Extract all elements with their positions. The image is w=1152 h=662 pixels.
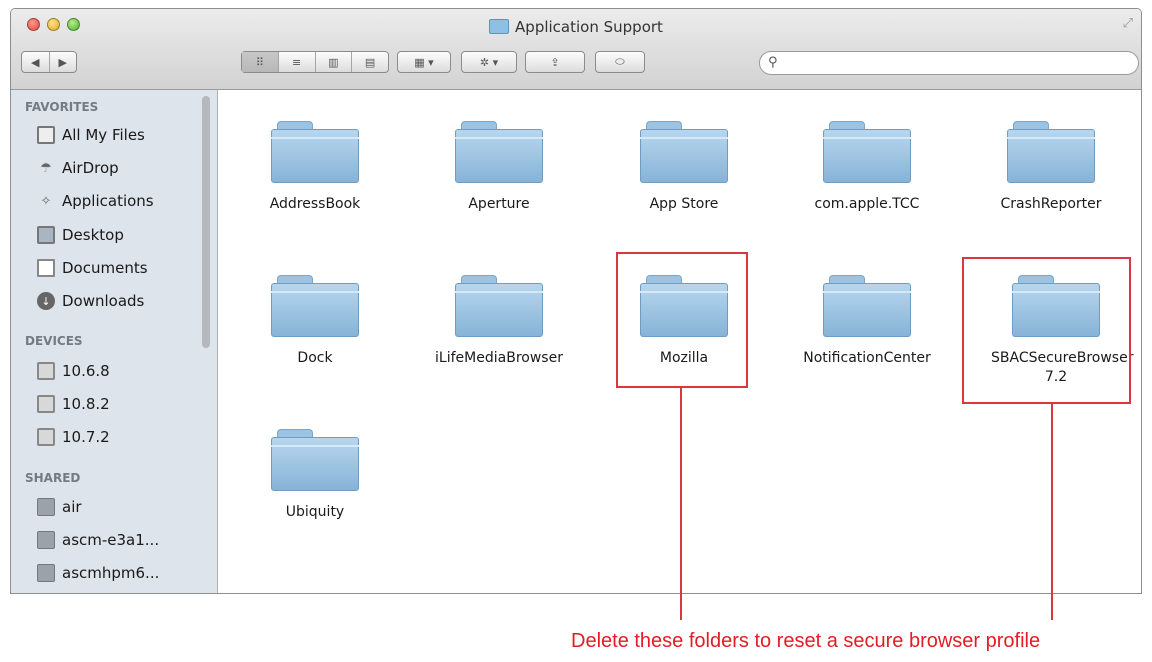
folder-item[interactable]: NotificationCenter — [792, 275, 942, 368]
folder-label: Aperture — [468, 196, 530, 212]
sidebar-item-label: air — [62, 498, 82, 516]
folder-label: iLifeMediaBrowser — [435, 350, 563, 366]
applications-icon: ✧ — [40, 193, 52, 209]
folder-icon — [455, 275, 543, 337]
disk-icon — [37, 395, 55, 413]
back-button[interactable]: ◀ — [22, 52, 50, 72]
folder-item[interactable]: AddressBook — [240, 121, 390, 214]
search-icon: ⚲ — [768, 55, 778, 70]
folder-item[interactable]: CrashReporter — [976, 121, 1126, 214]
back-forward-buttons: ◀ ▶ — [21, 51, 77, 73]
folder-icon — [823, 121, 911, 183]
sidebar-item-device[interactable]: 10.7.2 — [37, 428, 110, 446]
folder-icon — [1007, 121, 1095, 183]
folder-icon — [271, 429, 359, 491]
computer-icon — [37, 498, 55, 516]
sidebar-item-applications[interactable]: ✧ Applications — [37, 192, 154, 210]
sidebar-item-shared[interactable]: ascm-e3a1... — [37, 531, 159, 549]
window-title-text: Application Support — [515, 18, 663, 36]
folder-icon — [271, 121, 359, 183]
sidebar-item-device[interactable]: 10.8.2 — [37, 395, 110, 413]
sidebar-item-label: ascm-e3a1... — [62, 531, 160, 549]
mozilla-callout-line — [680, 388, 682, 620]
sidebar-item-label: 10.6.8 — [62, 362, 110, 380]
downloads-icon: ↓ — [37, 292, 55, 310]
window-title: Application Support — [11, 18, 1141, 36]
desktop-icon — [37, 226, 55, 244]
shared-heading: SHARED — [25, 471, 81, 485]
folder-item[interactable]: Aperture — [424, 121, 574, 214]
column-view-button[interactable]: ▥ — [316, 52, 353, 72]
tags-button[interactable]: ⬭ — [595, 51, 645, 73]
sidebar-item-downloads[interactable]: ↓ Downloads — [37, 292, 144, 310]
folder-icon — [489, 19, 510, 34]
favorites-heading: FAVORITES — [25, 100, 99, 114]
airdrop-icon: ☂ — [40, 160, 52, 176]
folder-item[interactable]: iLifeMediaBrowser — [424, 275, 574, 368]
sbac-highlight-box — [962, 257, 1131, 404]
folder-icon — [823, 275, 911, 337]
sidebar-item-label: Documents — [62, 259, 148, 277]
forward-button[interactable]: ▶ — [50, 52, 77, 72]
folder-label: CrashReporter — [1000, 196, 1102, 212]
folder-label: AddressBook — [269, 196, 361, 212]
fullscreen-icon[interactable]: ⤢ — [1123, 16, 1133, 31]
disk-icon — [37, 428, 55, 446]
folder-icon — [455, 121, 543, 183]
sidebar-item-label: AirDrop — [62, 159, 119, 177]
sidebar-item-label: ascmhpm6... — [62, 564, 160, 582]
sidebar-item-label: 10.7.2 — [62, 428, 110, 446]
action-gear-button[interactable]: ✲ ▾ — [461, 51, 517, 73]
sidebar-scrollbar[interactable] — [202, 96, 210, 348]
folder-label: Ubiquity — [285, 504, 345, 520]
sidebar-item-label: Desktop — [62, 226, 124, 244]
folder-label: App Store — [649, 196, 719, 212]
mozilla-highlight-box — [616, 252, 748, 388]
computer-icon — [37, 564, 55, 582]
coverflow-view-button[interactable]: ▤ — [352, 52, 388, 72]
search-field[interactable]: ⚲ — [759, 51, 1139, 75]
folder-item[interactable]: App Store — [609, 121, 759, 214]
documents-icon — [37, 259, 55, 277]
folder-label: NotificationCenter — [803, 350, 931, 366]
list-view-button[interactable]: ≡ — [279, 52, 316, 72]
annotation-caption: Delete these folders to reset a secure b… — [571, 630, 1041, 652]
sbac-callout-line — [1051, 404, 1053, 620]
folder-icon — [271, 275, 359, 337]
sidebar-item-label: Downloads — [62, 292, 145, 310]
folder-label: Dock — [297, 350, 333, 366]
icon-view-button[interactable]: ⠿ — [242, 52, 279, 72]
files-icon — [37, 126, 55, 144]
view-mode-selector: ⠿ ≡ ▥ ▤ — [241, 51, 389, 73]
sidebar: FAVORITES All My Files ☂ AirDrop ✧ Applica… — [11, 90, 218, 593]
devices-heading: DEVICES — [25, 334, 83, 348]
arrange-button[interactable]: ▦ ▾ — [397, 51, 451, 73]
folder-item[interactable]: com.apple.TCC — [792, 121, 942, 214]
folder-item[interactable]: Ubiquity — [240, 429, 390, 522]
toolbar: Application Support ⤢ ◀ ▶ ⠿ ≡ ▥ ▤ ▦ ▾ ✲ … — [11, 9, 1141, 90]
sidebar-item-shared[interactable]: ascmhpm6... — [37, 564, 159, 582]
disk-icon — [37, 362, 55, 380]
share-button[interactable]: ⇪ — [525, 51, 585, 73]
sidebar-item-label: 10.8.2 — [62, 395, 110, 413]
sidebar-item-shared[interactable]: air — [37, 498, 82, 516]
sidebar-item-label: All My Files — [62, 126, 145, 144]
folder-label: com.apple.TCC — [814, 196, 920, 212]
sidebar-item-label: Applications — [62, 192, 154, 210]
sidebar-item-device[interactable]: 10.6.8 — [37, 362, 110, 380]
computer-icon — [37, 531, 55, 549]
sidebar-item-desktop[interactable]: Desktop — [37, 226, 124, 244]
sidebar-item-documents[interactable]: Documents — [37, 259, 148, 277]
sidebar-item-airdrop[interactable]: ☂ AirDrop — [37, 159, 119, 177]
folder-icon — [640, 121, 728, 183]
folder-item[interactable]: Dock — [240, 275, 390, 368]
sidebar-item-all-my-files[interactable]: All My Files — [37, 126, 145, 144]
